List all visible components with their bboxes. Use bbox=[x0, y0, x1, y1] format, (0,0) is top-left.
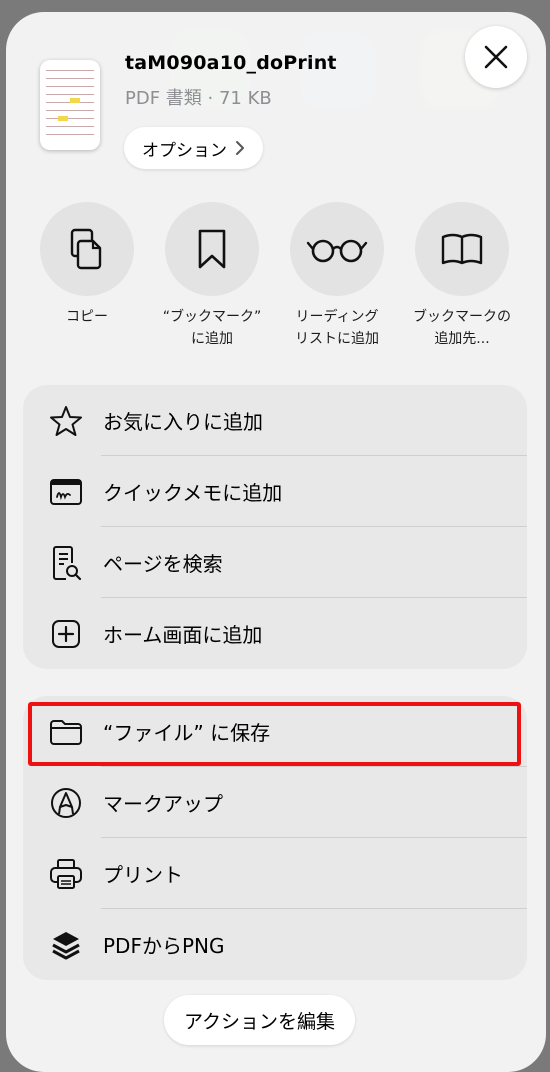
edit-actions-label: アクションを編集 bbox=[184, 1010, 336, 1033]
quick-action-label: コピー bbox=[66, 309, 108, 325]
add-square-icon bbox=[52, 619, 80, 648]
book-icon bbox=[441, 233, 483, 265]
layers-icon bbox=[52, 931, 80, 959]
quick-action-label: ブックマークの bbox=[413, 309, 511, 325]
action-print[interactable]: プリント bbox=[23, 838, 527, 909]
options-label: オプション bbox=[142, 140, 227, 161]
close-button[interactable] bbox=[465, 26, 527, 88]
action-label: プリント bbox=[103, 863, 183, 887]
file-name: taM090a10_doPrint bbox=[125, 52, 337, 74]
bookmark-icon bbox=[198, 229, 226, 269]
action-add-quick-note[interactable]: クイックメモに追加 bbox=[23, 456, 527, 527]
quick-action-label: リーディング bbox=[295, 309, 379, 325]
action-add-favorite[interactable]: お気に入りに追加 bbox=[23, 385, 527, 456]
edit-actions-button[interactable]: アクションを編集 bbox=[164, 995, 356, 1045]
highlight-box bbox=[28, 702, 521, 766]
document-thumbnail bbox=[40, 60, 100, 150]
action-label: PDFからPNG bbox=[103, 934, 225, 958]
file-meta: PDF 書類 · 71 KB bbox=[125, 88, 272, 109]
action-label: ページを検索 bbox=[103, 552, 223, 576]
markup-pen-icon bbox=[51, 787, 81, 818]
reading-glasses-icon bbox=[306, 239, 368, 263]
copy-icon bbox=[70, 228, 102, 270]
quick-action-label-line2: に追加 bbox=[191, 331, 233, 347]
options-button[interactable]: オプション bbox=[124, 127, 263, 169]
action-label: ホーム画面に追加 bbox=[103, 623, 263, 647]
quick-action-label-line2: リストに追加 bbox=[295, 331, 379, 347]
quick-action-copy[interactable]: コピー bbox=[28, 202, 146, 328]
quick-action-reading-list[interactable]: リーディング リストに追加 bbox=[278, 202, 396, 350]
action-pdf-to-png[interactable]: PDFからPNG bbox=[23, 909, 527, 980]
chevron-right-icon bbox=[236, 141, 244, 155]
quick-action-label-line2: 追加先... bbox=[434, 331, 490, 347]
star-icon bbox=[50, 405, 82, 436]
action-add-to-home-screen[interactable]: ホーム画面に追加 bbox=[23, 598, 527, 669]
share-sheet: taM090a10_doPrint PDF 書類 · 71 KB オプション コ… bbox=[6, 12, 546, 1072]
quick-note-icon bbox=[50, 478, 82, 505]
action-find-on-page[interactable]: ページを検索 bbox=[23, 527, 527, 598]
action-label: お気に入りに追加 bbox=[103, 410, 263, 434]
action-group-1: お気に入りに追加 クイックメモに追加 ページを検索 ホーム画面に追加 bbox=[23, 385, 527, 669]
close-icon bbox=[484, 45, 508, 69]
find-on-page-icon bbox=[53, 545, 82, 580]
quick-action-add-bookmark[interactable]: “ブックマーク” に追加 bbox=[153, 202, 271, 350]
printer-icon bbox=[50, 858, 82, 889]
action-label: マークアップ bbox=[103, 792, 223, 816]
action-markup[interactable]: マークアップ bbox=[23, 767, 527, 838]
action-label: クイックメモに追加 bbox=[103, 481, 283, 505]
quick-action-bookmark-to[interactable]: ブックマークの 追加先... bbox=[403, 202, 521, 350]
quick-action-label: “ブックマーク” bbox=[162, 309, 262, 325]
